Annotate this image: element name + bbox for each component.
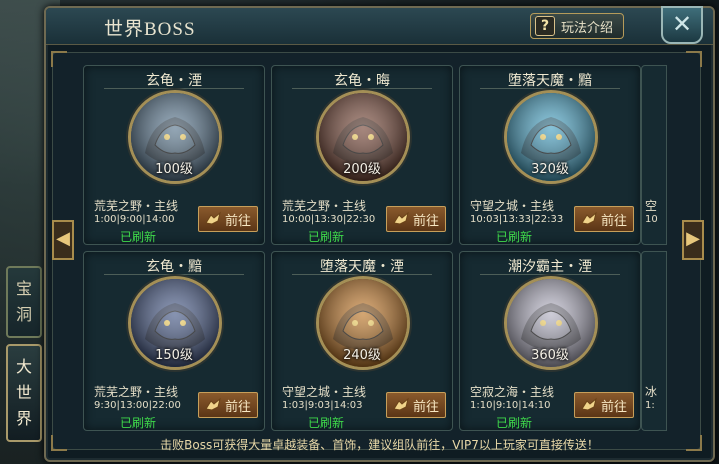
boss-card[interactable]: 玄龟・晦 200级 荒芜之野・主线 10:00|13:30|22:30 已刷新 … — [271, 65, 453, 245]
boss-status: 已刷新 — [308, 416, 345, 430]
winged-boot-icon — [393, 397, 409, 411]
divider — [292, 88, 432, 89]
corner-ornament — [51, 51, 67, 67]
boss-grid: 玄龟・湮 100级 荒芜之野・主线 1:00|9:00|14:00 已刷新 前往… — [51, 51, 702, 451]
boss-times: 10:00|13:30|22:30 — [282, 214, 376, 225]
go-to-boss-button[interactable]: 前往 — [198, 392, 258, 418]
gameplay-intro-label: 玩法介绍 — [561, 20, 614, 36]
go-button-label: 前往 — [225, 399, 252, 415]
question-icon: ? — [535, 16, 555, 36]
go-button-label: 前往 — [413, 213, 440, 229]
boss-location: 空寂之海・主线 — [470, 385, 555, 399]
close-button[interactable]: ✕ — [661, 6, 703, 44]
gameplay-intro-button[interactable]: ? 玩法介绍 — [530, 13, 624, 39]
panel-title: 世界BOSS — [104, 19, 196, 40]
boss-times: 9:30|13:00|22:00 — [94, 400, 181, 411]
boss-card[interactable]: 玄龟・湮 100级 荒芜之野・主线 1:00|9:00|14:00 已刷新 前往 — [83, 65, 265, 245]
boss-card[interactable]: 玄龟・黯 150级 荒芜之野・主线 9:30|13:00|22:00 已刷新 前… — [83, 251, 265, 431]
boss-level: 100级 — [155, 162, 193, 177]
boss-status: 已刷新 — [120, 230, 157, 244]
boss-status: 已刷新 — [496, 230, 533, 244]
winged-boot-icon — [205, 211, 221, 225]
boss-card[interactable]: 堕落天魔・黯 320级 守望之城・主线 10:03|13:33|22:33 已刷… — [459, 65, 641, 245]
boss-name: 玄龟・黯 — [146, 259, 202, 275]
scroll-right-arrow[interactable]: ▶ — [682, 220, 704, 260]
boss-times: 1:00|9:00|14:00 — [94, 214, 175, 225]
boss-location: 荒芜之野・主线 — [282, 199, 367, 213]
boss-status: 已刷新 — [496, 416, 533, 430]
boss-name: 潮汐霸主・湮 — [508, 259, 592, 275]
boss-location: 荒芜之野・主线 — [94, 385, 179, 399]
tab-treasure-cave[interactable]: 宝 洞 — [6, 266, 42, 338]
go-button-label: 前往 — [413, 399, 440, 415]
boss-level: 240级 — [343, 348, 381, 363]
winged-boot-icon — [205, 397, 221, 411]
boss-level: 150级 — [155, 348, 193, 363]
boss-location: 空 — [645, 199, 658, 213]
go-button-label: 前往 — [601, 213, 628, 229]
go-to-boss-button[interactable]: 前往 — [386, 206, 446, 232]
boss-status: 已刷新 — [308, 230, 345, 244]
go-to-boss-button[interactable]: 前往 — [198, 206, 258, 232]
divider — [480, 274, 620, 275]
divider — [292, 274, 432, 275]
boss-status: 已刷新 — [120, 416, 157, 430]
go-to-boss-button[interactable]: 前往 — [574, 206, 634, 232]
winged-boot-icon — [393, 211, 409, 225]
footer-tip: 击败Boss可获得大量卓越装备、首饰，建议组队前往，VIP7以上玩家可直接传送！ — [160, 438, 599, 452]
boss-card[interactable]: 潮汐霸主・湮 360级 空寂之海・主线 1:10|9:10|14:10 已刷新 … — [459, 251, 641, 431]
boss-card-partial[interactable]: 空 10 — [641, 65, 667, 245]
boss-name: 玄龟・湮 — [146, 73, 202, 89]
tab-world[interactable]: 大 世 界 — [6, 344, 42, 442]
boss-card-partial[interactable]: 冰 1: — [641, 251, 667, 431]
boss-times: 1:10|9:10|14:10 — [470, 400, 551, 411]
boss-location: 守望之城・主线 — [282, 385, 367, 399]
boss-level: 200级 — [343, 162, 381, 177]
go-to-boss-button[interactable]: 前往 — [386, 392, 446, 418]
boss-times: 1: — [645, 400, 655, 411]
boss-location: 荒芜之野・主线 — [94, 199, 179, 213]
go-button-label: 前往 — [225, 213, 252, 229]
boss-times: 1:03|9:03|14:03 — [282, 400, 363, 411]
divider — [480, 88, 620, 89]
scroll-left-arrow[interactable]: ◀ — [52, 220, 74, 260]
title-bar: 世界BOSS ? 玩法介绍 ✕ — [46, 6, 713, 45]
boss-location: 冰 — [645, 385, 658, 399]
divider — [104, 274, 244, 275]
winged-boot-icon — [581, 211, 597, 225]
boss-level: 320级 — [531, 162, 569, 177]
boss-level: 360级 — [531, 348, 569, 363]
go-button-label: 前往 — [601, 399, 628, 415]
side-tab-bar: 宝 洞 大 世 界 — [6, 266, 46, 448]
world-boss-panel: 世界BOSS ? 玩法介绍 ✕ 玄龟・湮 100级 荒芜之野・主线 1:00|9… — [44, 6, 715, 462]
go-to-boss-button[interactable]: 前往 — [574, 392, 634, 418]
boss-location: 守望之城・主线 — [470, 199, 555, 213]
boss-name: 玄龟・晦 — [334, 73, 390, 89]
boss-name: 堕落天魔・湮 — [320, 259, 404, 275]
corner-ornament — [686, 51, 702, 67]
game-screen: 宝 洞 大 世 界 世界BOSS ? 玩法介绍 ✕ 玄龟・湮 100级 荒芜之野… — [0, 0, 719, 464]
divider — [104, 88, 244, 89]
boss-card[interactable]: 堕落天魔・湮 240级 守望之城・主线 1:03|9:03|14:03 已刷新 … — [271, 251, 453, 431]
boss-times: 10 — [645, 214, 658, 225]
boss-times: 10:03|13:33|22:33 — [470, 214, 564, 225]
boss-name: 堕落天魔・黯 — [508, 73, 592, 89]
winged-boot-icon — [581, 397, 597, 411]
